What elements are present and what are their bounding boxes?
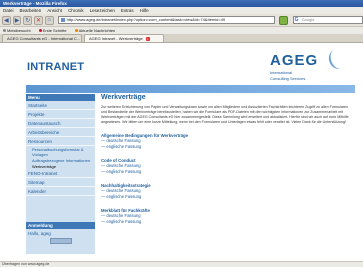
- stop-icon[interactable]: ✕: [34, 15, 43, 25]
- search-input[interactable]: G Google: [292, 16, 363, 24]
- page-title: Werkverträge: [101, 94, 146, 101]
- sidebar-item-arbeitsbereiche[interactable]: Arbeitsbereiche: [26, 128, 95, 137]
- google-icon: G: [294, 17, 299, 23]
- ageg-logo[interactable]: AGEG International Consulting Services: [270, 46, 350, 86]
- menu-tools[interactable]: Extras: [121, 7, 134, 14]
- sidebar-item-ressourcen[interactable]: Ressourcen: [26, 137, 95, 146]
- folder-icon: [3, 29, 6, 32]
- menu-edit[interactable]: Bearbeiten: [20, 7, 42, 14]
- firefox-icon: [38, 29, 42, 32]
- section-link[interactable]: — englische Fassung: [101, 194, 353, 200]
- login-box: Anmeldung Hallo, ageg: [26, 222, 95, 244]
- page-content: INTRANET AGEG International Consulting S…: [0, 43, 363, 261]
- header-banner: [26, 85, 355, 93]
- go-icon[interactable]: [278, 15, 288, 25]
- menu-file[interactable]: Datei: [3, 7, 14, 14]
- bookmark-news[interactable]: Aktuelle Nachrichten: [74, 27, 115, 34]
- address-bar[interactable]: http://www.ageg.de/intranet/index.php?op…: [57, 16, 275, 24]
- forward-icon[interactable]: ▶: [12, 15, 22, 25]
- login-user: Hallo, ageg: [28, 231, 51, 236]
- menu-bookmarks[interactable]: Lesezeichen: [90, 7, 115, 14]
- sidebar-item-sitemap[interactable]: Sitemap: [26, 178, 95, 187]
- sidebar-item-startseite[interactable]: Startseite: [26, 101, 95, 110]
- main-content: Werkverträge Zur weiteren Erleichterung …: [101, 94, 353, 259]
- menu-history[interactable]: Chronik: [68, 7, 84, 14]
- site-header: INTRANET AGEG International Consulting S…: [0, 43, 363, 83]
- sidebar-subitem-personalbuchung[interactable]: Personalbuchungsformular & Vorlagen: [26, 146, 95, 157]
- logout-button[interactable]: [49, 238, 72, 244]
- menu-help[interactable]: Hilfe: [140, 7, 149, 14]
- site-favicon-icon: [60, 18, 65, 22]
- sidebar-subitem-auftragsbezogen[interactable]: Auftragsbezogene Informationen: [26, 157, 95, 163]
- sidebar-item-projekte[interactable]: Projekte: [26, 110, 95, 119]
- rss-icon: [74, 29, 78, 32]
- sidebar-item-feno-intranet[interactable]: FENO-Intranet: [26, 169, 95, 178]
- section-link[interactable]: — englische Fassung: [101, 219, 353, 225]
- menu-bar: Datei Bearbeiten Ansicht Chronik Lesezei…: [0, 7, 363, 14]
- back-icon[interactable]: ◀: [2, 15, 11, 25]
- status-bar: Übertragen von www.ageg.de: [0, 261, 363, 267]
- bookmark-getting-started[interactable]: Erste Schritte: [38, 27, 67, 34]
- sidebar-header: Menu: [26, 94, 95, 101]
- logo-tagline-2: Consulting Services: [270, 76, 306, 81]
- bookmarks-toolbar: Meistbesucht Erste Schritte Aktuelle Nac…: [0, 27, 363, 34]
- tab-bar: AGEG Consultants eG - International C...…: [0, 34, 363, 43]
- window-title: Werkverträge - Mozilla Firefox: [0, 0, 363, 7]
- home-icon[interactable]: ⌂: [44, 15, 54, 25]
- sidebar-item-datenaustausch[interactable]: Datenaustausch: [26, 119, 95, 128]
- tab-ageg-consultants[interactable]: AGEG Consultants eG - International C...: [2, 34, 82, 42]
- sidebar: Menu Startseite Projekte Datenaustausch …: [26, 94, 95, 254]
- logo-tagline-1: International: [270, 70, 293, 75]
- reload-icon[interactable]: ↻: [23, 15, 33, 25]
- section-link[interactable]: — englische Fassung: [101, 169, 353, 175]
- sidebar-item-kalender[interactable]: Kalender: [26, 187, 95, 196]
- address-url: http://www.ageg.de/intranet/index.php?op…: [66, 17, 226, 22]
- section-link[interactable]: — englische Fassung: [101, 144, 353, 150]
- close-tab-icon[interactable]: ×: [145, 37, 150, 41]
- site-heading: INTRANET: [27, 61, 85, 73]
- search-placeholder: Google: [301, 17, 315, 22]
- menu-view[interactable]: Ansicht: [47, 7, 62, 14]
- tab-ageg-intranet[interactable]: AGEG Intranet - Werkverträge ×: [84, 34, 164, 42]
- intro-text: Zur weiteren Erleichterung von Papier un…: [101, 105, 349, 124]
- navigation-toolbar: ◀ ▶ ↻ ✕ ⌂ http://www.ageg.de/intranet/in…: [0, 14, 363, 27]
- bookmark-most-visited[interactable]: Meistbesucht: [3, 27, 31, 34]
- login-header: Anmeldung: [26, 222, 95, 229]
